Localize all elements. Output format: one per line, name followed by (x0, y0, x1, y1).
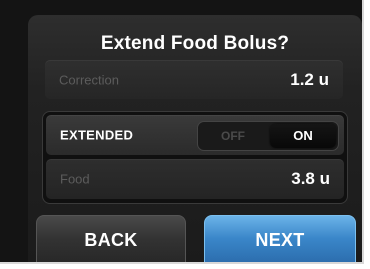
extended-group: EXTENDED OFF ON Food 3.8 u (42, 111, 348, 204)
back-button[interactable]: BACK (36, 215, 186, 262)
device-frame: Extend Food Bolus? Correction 1.2 u EXTE… (0, 0, 364, 264)
extended-toggle[interactable]: OFF ON (197, 121, 339, 151)
correction-value: 1.2 u (290, 69, 329, 89)
food-label: Food (60, 171, 90, 187)
food-value: 3.8 u (291, 169, 330, 188)
food-row[interactable]: Food 3.8 u (46, 159, 344, 199)
toggle-on-option[interactable]: ON (270, 124, 336, 148)
extended-row: EXTENDED OFF ON (46, 115, 344, 155)
next-button[interactable]: NEXT (204, 215, 356, 262)
bolus-dialog: Extend Food Bolus? Correction 1.2 u EXTE… (28, 15, 362, 262)
dialog-title: Extend Food Bolus? (100, 33, 290, 54)
extended-label: EXTENDED (60, 127, 134, 143)
correction-row: Correction 1.2 u (45, 60, 343, 99)
toggle-off-option[interactable]: OFF (198, 122, 268, 150)
correction-label: Correction (59, 72, 119, 87)
